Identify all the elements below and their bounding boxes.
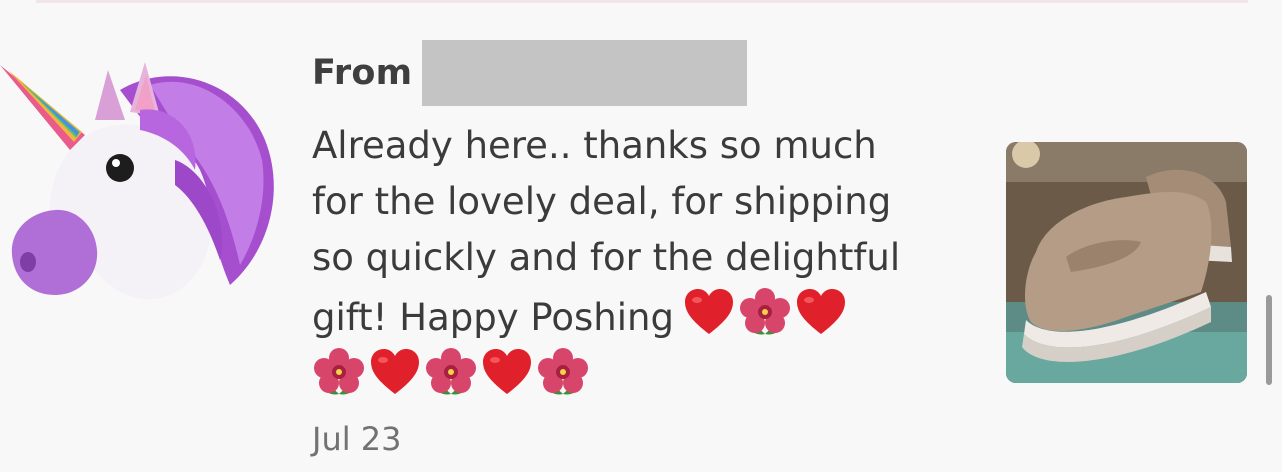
unicorn-avatar-icon[interactable]	[0, 50, 285, 305]
from-label: From	[312, 53, 413, 93]
message-line-with-emojis: gift! Happy Poshing	[312, 286, 962, 346]
scrollbar-thumb[interactable]	[1266, 295, 1272, 385]
message-line: for the lovely deal, for shipping	[312, 180, 892, 223]
hibiscus-emoji	[312, 346, 366, 400]
heart-emoji	[480, 346, 534, 400]
sender-row: From	[312, 40, 748, 106]
heart-emoji	[368, 346, 422, 400]
message-line: gift! Happy Poshing	[312, 296, 674, 339]
trailing-emoji-row	[312, 346, 962, 400]
redacted-sender-name[interactable]	[422, 40, 748, 106]
hibiscus-emoji	[424, 346, 478, 400]
inline-emoji-group	[682, 286, 848, 340]
hibiscus-emoji	[738, 286, 792, 340]
feedback-message: Already here.. thanks so much for the lo…	[312, 118, 962, 400]
loafer-shoe-photo[interactable]	[1006, 142, 1247, 383]
heart-emoji	[794, 286, 848, 340]
feedback-date: Jul 23	[312, 420, 402, 458]
heart-emoji	[682, 286, 736, 340]
top-divider	[36, 0, 1248, 3]
hibiscus-emoji	[536, 346, 590, 400]
message-line: so quickly and for the delightful	[312, 236, 901, 279]
message-line: Already here.. thanks so much	[312, 124, 877, 167]
